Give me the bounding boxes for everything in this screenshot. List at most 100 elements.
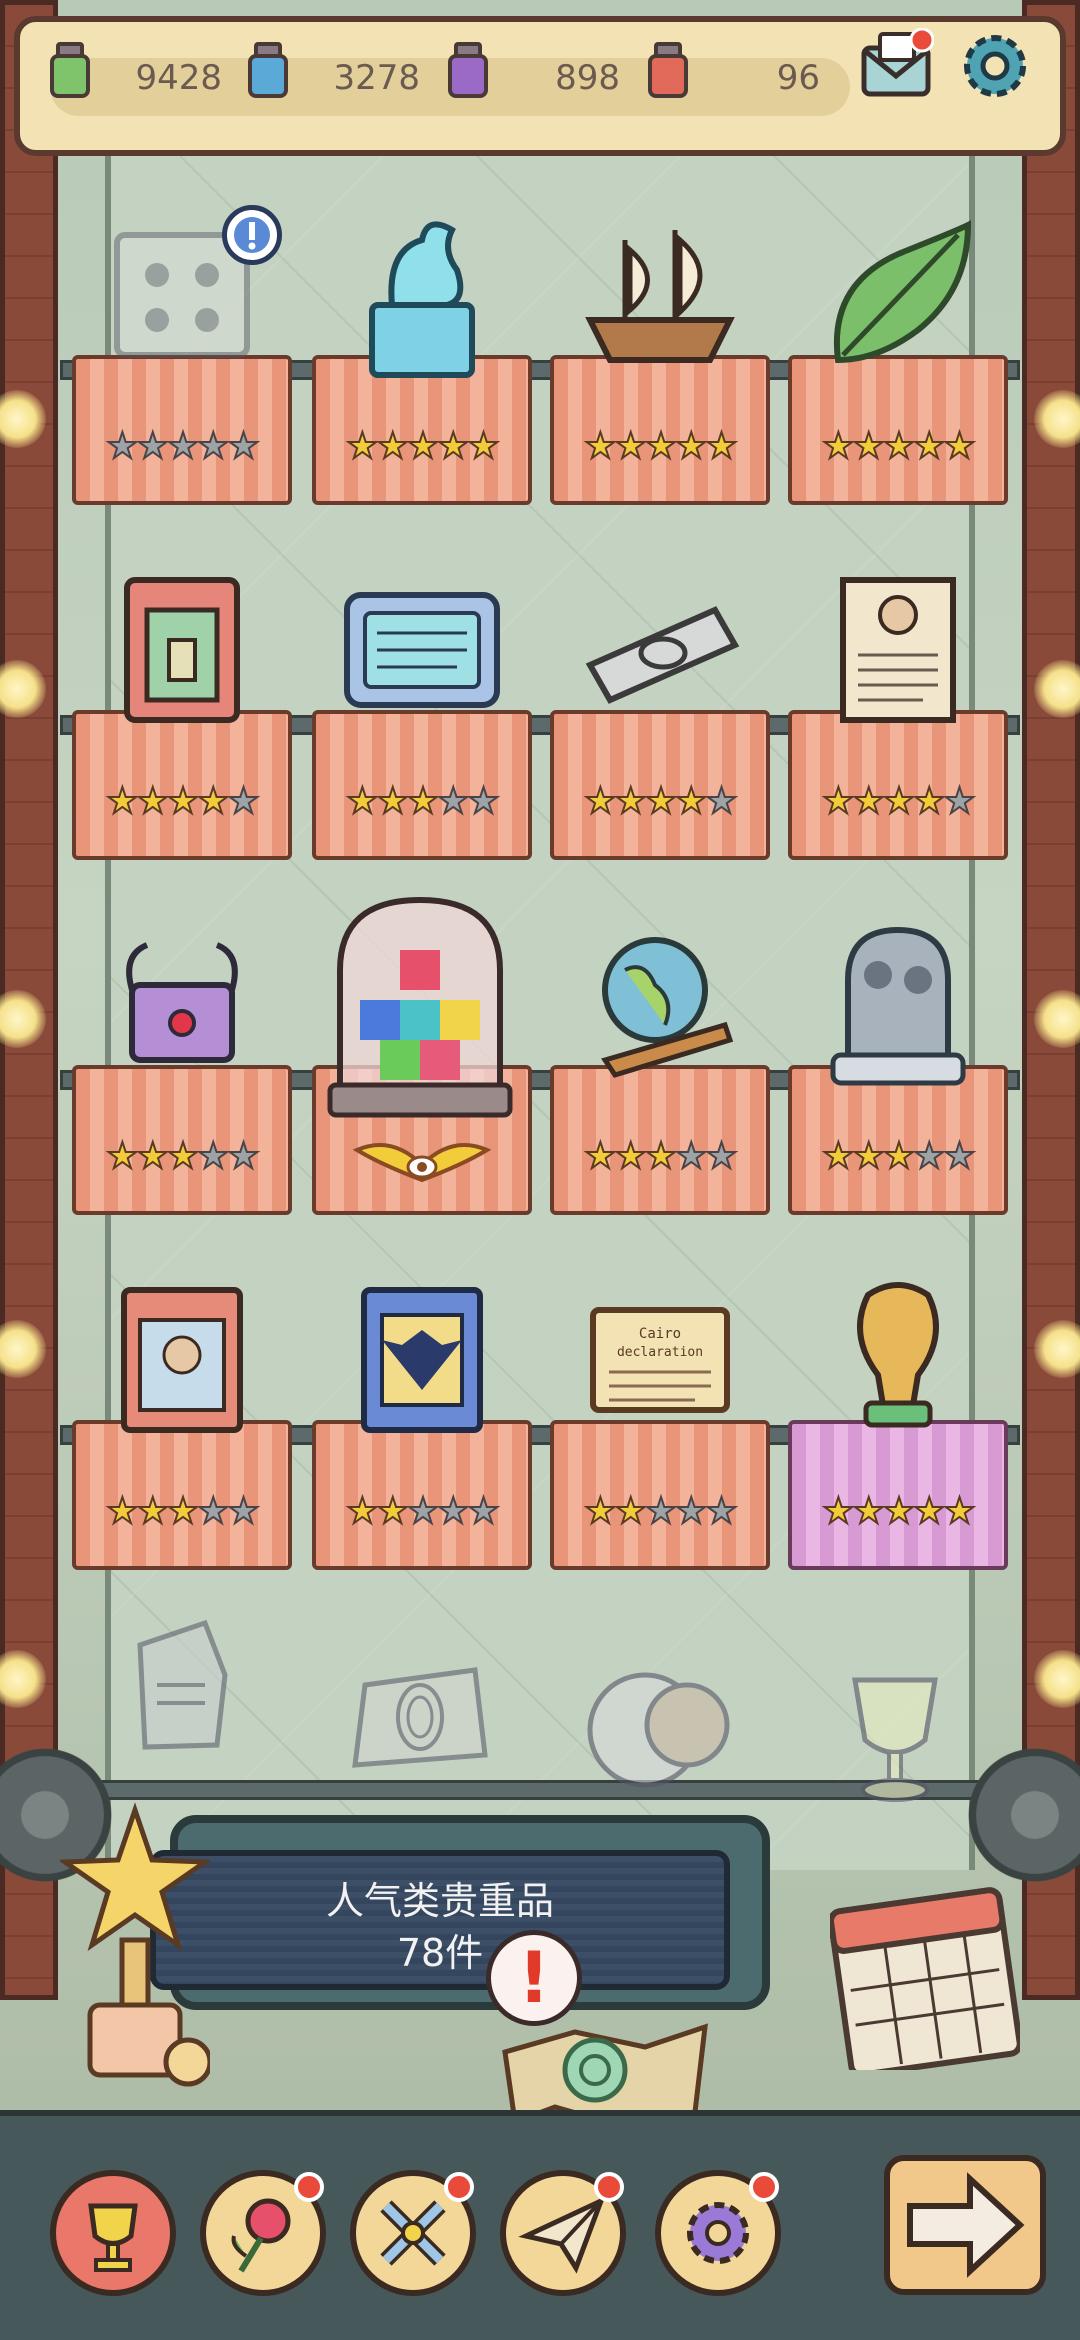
- star-filled-icon: ★: [942, 1491, 976, 1533]
- dragon-chest-icon[interactable]: [92, 915, 272, 1095]
- declaration-document-icon[interactable]: [808, 560, 988, 740]
- arrow-right-icon: [907, 2172, 1025, 2278]
- resource-value: 9428: [135, 58, 222, 98]
- resource-value: 96: [776, 58, 820, 98]
- star-filled-icon: ★: [882, 426, 916, 468]
- star-empty-icon: ★: [912, 1136, 946, 1178]
- trophy-cup-icon: [56, 2176, 170, 2294]
- star-filled-icon: ★: [105, 1491, 139, 1533]
- star-filled-icon: ★: [583, 426, 617, 468]
- star-filled-icon: ★: [852, 1136, 886, 1178]
- nav-button-rose[interactable]: [200, 2170, 326, 2296]
- star-empty-icon: ★: [226, 1136, 260, 1178]
- star-filled-icon: ★: [882, 1136, 916, 1178]
- nav-button-cross-badge[interactable]: [350, 2170, 476, 2296]
- exhibit-hall: ★★★★★ ★★★★★ ★★★★★ ★★★★★ ★★★★★ ★★★★★ ★★★★★ ★★★★★…: [0, 0, 1080, 2340]
- notification-dot: [749, 2172, 779, 2202]
- star-filled-icon: ★: [614, 1491, 648, 1533]
- star-filled-icon: ★: [882, 781, 916, 823]
- star-empty-icon: ★: [644, 1491, 678, 1533]
- star-filled-icon: ★: [105, 781, 139, 823]
- star-filled-icon: ★: [912, 426, 946, 468]
- new-info-badge-icon[interactable]: [222, 205, 282, 265]
- cairo-declaration-plaque-icon[interactable]: Cairo declaration: [570, 1270, 750, 1450]
- sailing-ship-model-icon[interactable]: [570, 205, 750, 385]
- star-rating: ★★★★★: [312, 426, 532, 468]
- next-button[interactable]: [884, 2155, 1046, 2295]
- star-filled-icon: ★: [345, 426, 379, 468]
- fingerprint-slab-icon[interactable]: [345, 1660, 495, 1780]
- star-filled-icon: ★: [644, 426, 678, 468]
- star-rating: ★★★★★: [72, 781, 292, 823]
- star-filled-icon: ★: [882, 1491, 916, 1533]
- stone-fragment-icon[interactable]: [115, 1610, 245, 1760]
- star-filled-icon: ★: [821, 781, 855, 823]
- nav-button-paper-plane[interactable]: [500, 2170, 626, 2296]
- gear-icon[interactable]: [955, 26, 1035, 106]
- star-empty-icon: ★: [166, 426, 200, 468]
- star-filled-icon: ★: [912, 781, 946, 823]
- nav-button-trophy-cup[interactable]: [50, 2170, 176, 2296]
- star-filled-icon: ★: [583, 1491, 617, 1533]
- star-rating: ★★★★★: [312, 781, 532, 823]
- scroll-roll-icon[interactable]: [570, 560, 750, 740]
- star-filled-icon: ★: [196, 781, 230, 823]
- star-rating: ★★★★★: [72, 426, 292, 468]
- star-empty-icon: ★: [942, 781, 976, 823]
- eagle-book-icon[interactable]: [332, 1270, 512, 1450]
- star-filled-icon: ★: [136, 1136, 170, 1178]
- tetris-dome-icon[interactable]: [320, 890, 520, 1130]
- sculpture-group-icon[interactable]: [808, 915, 988, 1095]
- resource-value: 3278: [333, 58, 420, 98]
- ancient-tablet-icon[interactable]: [92, 560, 272, 740]
- star-filled-icon: ★: [821, 1136, 855, 1178]
- star-filled-icon: ★: [852, 1491, 886, 1533]
- star-filled-icon: ★: [166, 781, 200, 823]
- star-filled-icon: ★: [614, 426, 648, 468]
- glass-goblet-icon[interactable]: [835, 1670, 955, 1810]
- star-filled-icon: ★: [406, 426, 440, 468]
- star-filled-icon: ★: [136, 1491, 170, 1533]
- inscribed-stone-icon[interactable]: [332, 560, 512, 740]
- star-empty-icon: ★: [226, 1491, 260, 1533]
- alert-icon[interactable]: !: [486, 1930, 582, 2026]
- svg-text:Cairo: Cairo: [639, 1326, 681, 1342]
- star-empty-icon: ★: [436, 781, 470, 823]
- star-rating: ★★★★★: [550, 426, 770, 468]
- star-empty-icon: ★: [105, 426, 139, 468]
- star-filled-icon: ★: [852, 426, 886, 468]
- notification-dot: [294, 2172, 324, 2202]
- star-rating: ★★★★★: [788, 781, 1008, 823]
- globe-on-stand-icon[interactable]: [570, 915, 750, 1095]
- star-rating: ★★★★★: [550, 1136, 770, 1178]
- portrait-book-icon[interactable]: [92, 1270, 272, 1450]
- green-leaf-icon[interactable]: [808, 205, 988, 385]
- star-filled-icon: ★: [614, 1136, 648, 1178]
- envelope-icon[interactable]: [860, 27, 935, 102]
- green-ink-jar-icon: [42, 40, 96, 102]
- star-filled-icon: ★: [674, 781, 708, 823]
- calendar-icon[interactable]: [827, 1870, 1023, 2078]
- golden-world-cup-icon[interactable]: [808, 1270, 988, 1450]
- star-filled-icon: ★: [466, 426, 500, 468]
- nav-button-gear-flower[interactable]: [655, 2170, 781, 2296]
- star-empty-icon: ★: [466, 781, 500, 823]
- star-rating: ★★★★★: [788, 1136, 1008, 1178]
- star-empty-icon: ★: [196, 1491, 230, 1533]
- star-trophy-icon[interactable]: [57, 1800, 213, 2090]
- dragon-statue-icon[interactable]: [332, 205, 512, 385]
- star-rating: ★★★★★: [312, 1491, 532, 1533]
- star-filled-icon: ★: [821, 1491, 855, 1533]
- star-rating: ★★★★★: [550, 1491, 770, 1533]
- svg-text:declaration: declaration: [617, 1345, 703, 1360]
- star-empty-icon: ★: [226, 781, 260, 823]
- star-empty-icon: ★: [466, 1491, 500, 1533]
- star-filled-icon: ★: [345, 781, 379, 823]
- star-filled-icon: ★: [166, 1136, 200, 1178]
- star-filled-icon: ★: [852, 781, 886, 823]
- category-display[interactable]: 人气类贵重品 78件: [150, 1850, 730, 1990]
- coin-portrait-icon[interactable]: [585, 1665, 735, 1795]
- star-filled-icon: ★: [644, 781, 678, 823]
- red-ink-jar-icon: [640, 40, 694, 102]
- star-filled-icon: ★: [674, 426, 708, 468]
